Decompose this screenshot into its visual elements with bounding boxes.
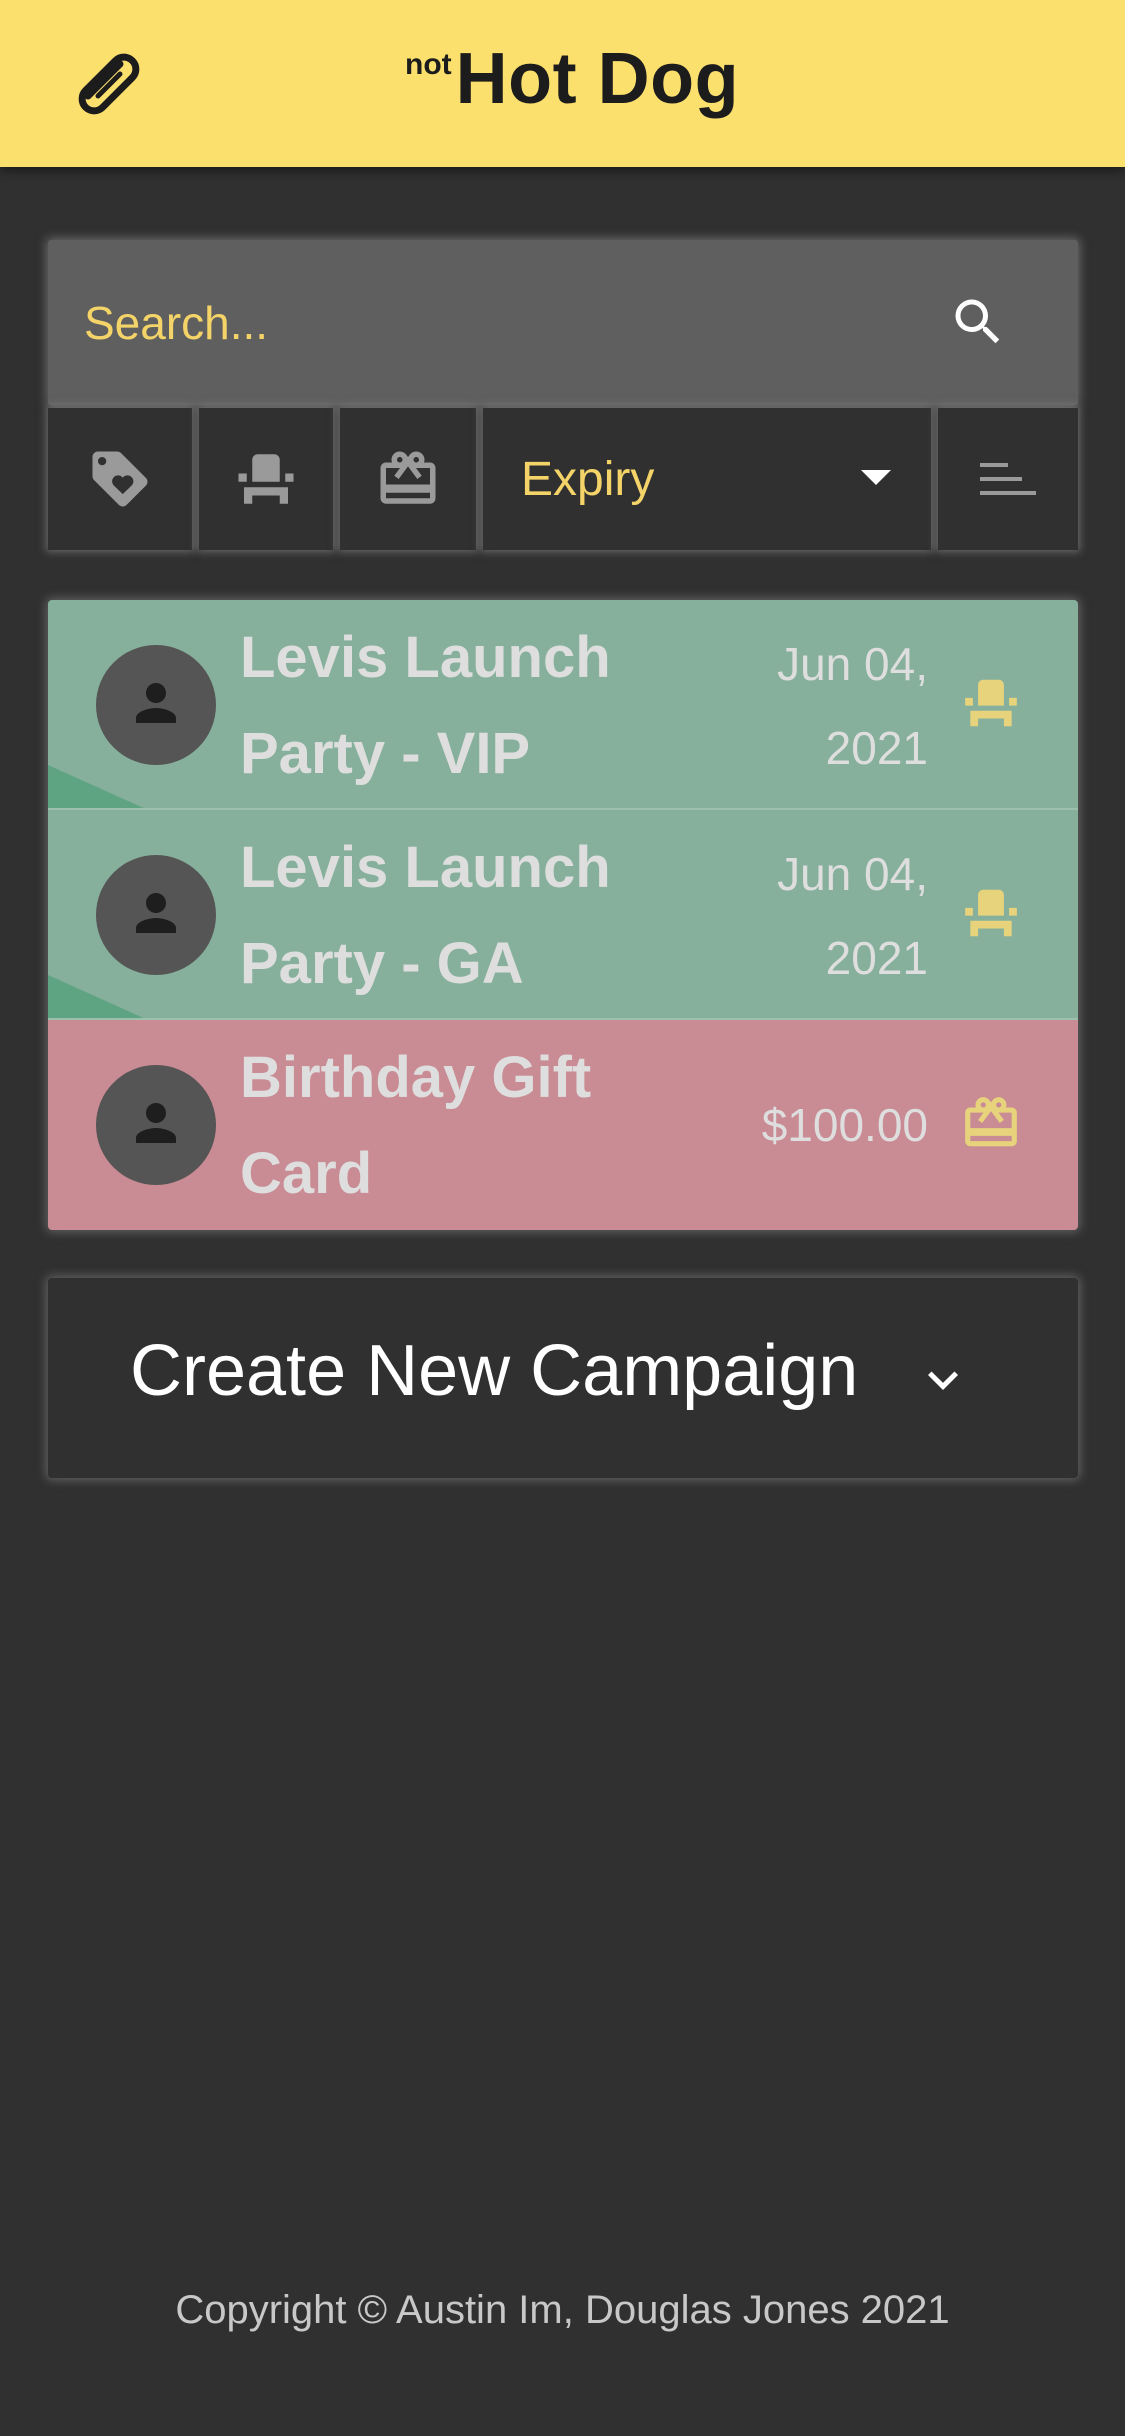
- gift-card-icon: [380, 451, 436, 504]
- sort-lines-icon: [980, 463, 1036, 495]
- footer-copyright: Copyright © Austin Im, Douglas Jones 202…: [175, 2288, 950, 2332]
- avatar: [96, 1065, 216, 1185]
- filter-tickets-button[interactable]: [199, 408, 333, 550]
- seat-icon: [238, 454, 294, 504]
- campaign-date: Jun 04, 2021: [777, 638, 928, 774]
- avatar: [96, 645, 216, 765]
- hotdog-icon[interactable]: [70, 46, 148, 124]
- person-icon: [136, 1103, 176, 1143]
- chevron-down-icon: [928, 1371, 958, 1390]
- campaign-amount: $100.00: [761, 1099, 928, 1151]
- create-campaign-label: Create New Campaign: [130, 1331, 859, 1411]
- ticket-corner: [48, 975, 148, 1020]
- brand-title: not Hot Dog: [405, 38, 739, 128]
- filter-giftcards-button[interactable]: [340, 408, 476, 550]
- person-icon: [136, 893, 176, 933]
- brand-prefix: not: [405, 48, 452, 81]
- create-campaign-button[interactable]: Create New Campaign: [48, 1278, 1078, 1478]
- campaign-title: Birthday Gift Card: [240, 1045, 592, 1206]
- seat-icon: [965, 889, 1017, 937]
- campaign-title: Levis Launch Party - VIP: [240, 625, 611, 786]
- campaign-title: Levis Launch Party - GA: [240, 835, 611, 996]
- campaign-list: Levis Launch Party - VIP Jun 04, 2021 Le…: [48, 600, 1078, 1230]
- search-box: [48, 240, 1078, 405]
- campaign-row[interactable]: Birthday Gift Card $100.00: [48, 1020, 1078, 1230]
- campaign-date: Jun 04, 2021: [777, 848, 928, 984]
- campaign-row[interactable]: Levis Launch Party - GA Jun 04, 2021: [48, 810, 1078, 1020]
- filter-tags-button[interactable]: [48, 408, 192, 550]
- sort-selected-value: Expiry: [521, 452, 655, 506]
- campaign-row[interactable]: Levis Launch Party - VIP Jun 04, 2021: [48, 600, 1078, 810]
- app-header: not Hot Dog: [0, 0, 1125, 167]
- avatar: [96, 855, 216, 975]
- person-icon: [136, 683, 176, 723]
- tag-heart-icon: [92, 451, 148, 507]
- search-icon[interactable]: [948, 292, 1008, 352]
- sort-select[interactable]: Expiry: [483, 408, 931, 550]
- sort-order-button[interactable]: [938, 408, 1078, 550]
- caret-down-icon: [861, 470, 891, 485]
- seat-icon: [965, 679, 1017, 727]
- gift-card-icon: [965, 1097, 1017, 1147]
- ticket-corner: [48, 765, 148, 810]
- search-input[interactable]: [48, 240, 928, 405]
- brand-name: Hot Dog: [455, 39, 740, 119]
